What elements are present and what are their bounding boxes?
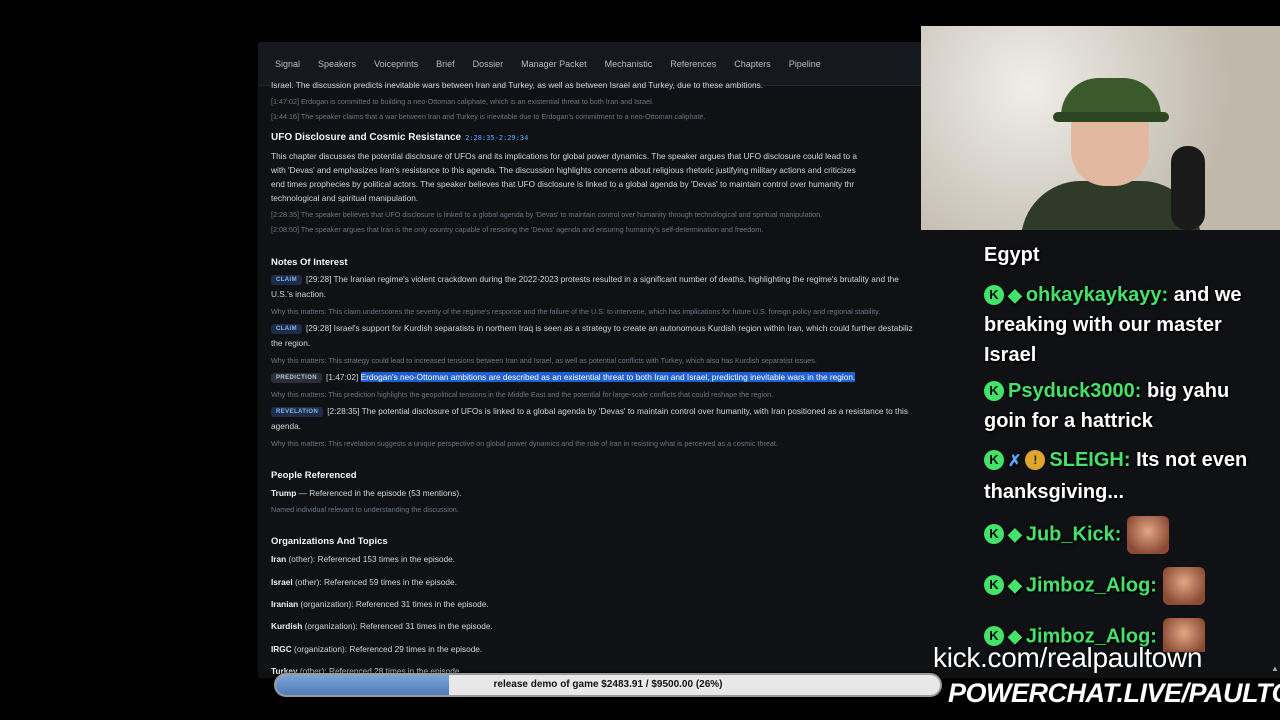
tab-speakers[interactable]: Speakers xyxy=(309,42,365,86)
chat-username: SLEIGH: xyxy=(1049,449,1131,471)
tab-chapters[interactable]: Chapters xyxy=(725,42,780,86)
org-desc: (organization): Referenced 31 times in t… xyxy=(302,621,493,631)
tab-brief[interactable]: Brief xyxy=(427,42,464,86)
org-name: Iranian xyxy=(271,599,299,609)
quote-line: [1:47:02] Erdogan is committed to buildi… xyxy=(271,97,654,106)
emote-image xyxy=(1162,567,1205,605)
note-item: PREDICTION [1:47:02] Erdogan's neo-Ottoma… xyxy=(271,372,856,383)
prediction-tag: PREDICTION xyxy=(271,373,323,383)
quote-line: [2:28:35] The speaker believes that UFO … xyxy=(271,210,823,219)
note-timestamp: [1:47:02] xyxy=(326,372,359,382)
diamond-badge-icon: ◆ xyxy=(1008,524,1022,545)
kick-badge-icon: K xyxy=(984,285,1004,305)
scroll-arrow-icon[interactable]: ▲ xyxy=(1271,664,1279,674)
tab-dossier[interactable]: Dossier xyxy=(464,42,513,86)
chat-message: K ◆ Jimboz_Alog: xyxy=(984,567,1274,605)
chat-message: K ✗! SLEIGH: Its not even thanksgiving... xyxy=(984,445,1274,507)
chapter-title: UFO Disclosure and Cosmic Resistance 2:28… xyxy=(271,132,528,143)
org-name: Kurdish xyxy=(271,621,303,631)
webcam-feed xyxy=(921,26,1280,230)
person-item: Trump — Referenced in the episode (53 me… xyxy=(271,488,461,498)
kick-badge-icon: K xyxy=(984,381,1004,401)
revelation-tag: REVELATION xyxy=(271,407,324,417)
org-name: IRGC xyxy=(271,644,292,654)
tab-mechanistic[interactable]: Mechanistic xyxy=(596,42,662,86)
chapter-summary-line: end times prophecies by political actors… xyxy=(271,179,855,189)
org-name: Iran xyxy=(271,554,287,564)
org-desc: (organization): Referenced 29 times in t… xyxy=(291,644,483,654)
note-item: CLAIM [29:28] Israel's support for Kurdis… xyxy=(271,323,913,334)
sword-badge-icon: ✗ xyxy=(1008,453,1022,470)
org-name: Israel xyxy=(271,577,293,587)
gold-badge-icon: ! xyxy=(1025,450,1046,470)
cap-brim xyxy=(1053,112,1169,122)
why-matters: Why this matters: This strategy could le… xyxy=(271,356,817,365)
chat-username: Jub_Kick: xyxy=(1025,523,1122,546)
why-matters: Why this matters: This claim underscores… xyxy=(271,307,881,316)
why-matters: Why this matters: This revelation sugges… xyxy=(271,439,778,448)
chapter-timestamp[interactable]: 2:28:35-2:29:34 xyxy=(465,134,528,142)
org-desc: (organization): Referenced 31 times in t… xyxy=(298,599,489,609)
chapter-summary-line: This chapter discusses the potential dis… xyxy=(271,151,857,161)
chat-text: Egypt xyxy=(984,244,1040,266)
quote-line: [1:44:16] The speaker claims that a war … xyxy=(271,112,706,121)
goal-text: release demo of game $2483.91 / $9500.00… xyxy=(493,679,723,690)
chat-username: Jimboz_Alog: xyxy=(1025,574,1157,597)
selected-text[interactable]: Erdogan's neo-Ottoman ambitions are desc… xyxy=(360,372,856,382)
note-item: CLAIM [29:28] The Iranian regime's violen… xyxy=(271,274,899,285)
tab-signal[interactable]: Signal xyxy=(266,42,309,86)
note-item: REVELATION [2:28:35] The potential disclo… xyxy=(271,406,908,417)
org-item: IRGC (organization): Referenced 29 times… xyxy=(271,644,482,654)
claim-tag: CLAIM xyxy=(271,275,302,285)
person-note: Named individual relevant to understandi… xyxy=(271,505,459,514)
org-item: Israel (other): Referenced 59 times in t… xyxy=(271,577,457,587)
chat-message: K ◆ ohkaykaykayy: and we breaking with our… xyxy=(984,280,1274,370)
person-desc: — Referenced in the episode (53 mentions… xyxy=(296,488,462,498)
kick-badge-icon: K xyxy=(984,524,1004,545)
org-item: Iran (other): Referenced 153 times in th… xyxy=(271,554,455,564)
note-text-cont: the region. xyxy=(271,338,311,348)
donation-goal-bar: release demo of game $2483.91 / $9500.00… xyxy=(274,673,942,697)
chat-message: K ◆ Jub_Kick: xyxy=(984,516,1274,554)
org-desc: (other): Referenced 59 times in the epis… xyxy=(292,577,457,587)
claim-tag: CLAIM xyxy=(271,324,302,334)
people-heading: People Referenced xyxy=(271,470,357,481)
person-name: Trump xyxy=(271,488,297,498)
orgs-heading: Organizations And Topics xyxy=(271,536,388,547)
org-item: Kurdish (organization): Referenced 31 ti… xyxy=(271,621,493,631)
tab-pipeline[interactable]: Pipeline xyxy=(780,42,830,86)
note-text: [29:28] Israel's support for Kurdish sep… xyxy=(306,323,913,333)
note-text-cont: U.S.'s inaction. xyxy=(271,289,327,299)
chapter-summary-line: with 'Devas' and emphasizes Iran's resis… xyxy=(271,165,856,175)
chapter-summary-line: technological and spiritual manipulation… xyxy=(271,193,419,203)
diamond-badge-icon: ◆ xyxy=(1008,575,1022,596)
chat-message: Egypt xyxy=(984,240,1274,270)
chat-overlay: Egypt K ◆ ohkaykaykayy: and we breaking wi… xyxy=(984,212,1280,652)
quote-line: [2:08:50] The speaker argues that Iran i… xyxy=(271,225,764,234)
powerchat-url: POWERCHAT.LIVE/PAULTOWN xyxy=(948,678,1280,708)
kick-badge-icon: K xyxy=(984,450,1004,470)
tab-references[interactable]: References xyxy=(661,42,725,86)
tab-voiceprints[interactable]: Voiceprints xyxy=(365,42,427,86)
cut-paragraph-line: Israel. The discussion predicts inevitab… xyxy=(271,80,764,90)
kick-url: kick.com/realpaultown xyxy=(933,642,1203,673)
emote-image xyxy=(1127,516,1170,554)
tab-manager-packet[interactable]: Manager Packet xyxy=(512,42,596,86)
notes-heading: Notes Of Interest xyxy=(271,257,348,268)
note-text-cont: agenda. xyxy=(271,421,301,431)
kick-badge-icon: K xyxy=(984,575,1004,596)
note-text: [2:28:35] The potential disclosure of UF… xyxy=(327,406,908,416)
why-matters: Why this matters: This prediction highli… xyxy=(271,390,774,399)
diamond-badge-icon: ◆ xyxy=(1008,285,1022,305)
note-text: [29:28] The Iranian regime's violent cra… xyxy=(306,274,899,284)
chat-username: ohkaykaykayy: xyxy=(1025,284,1169,306)
org-item: Iranian (organization): Referenced 31 ti… xyxy=(271,599,489,609)
chat-message: K Psyduck3000: big yahu goin for a hattri… xyxy=(984,376,1274,436)
chat-username: Psyduck3000: xyxy=(1008,380,1142,402)
chapter-title-text: UFO Disclosure and Cosmic Resistance xyxy=(271,132,462,143)
org-desc: (other): Referenced 153 times in the epi… xyxy=(286,554,456,564)
